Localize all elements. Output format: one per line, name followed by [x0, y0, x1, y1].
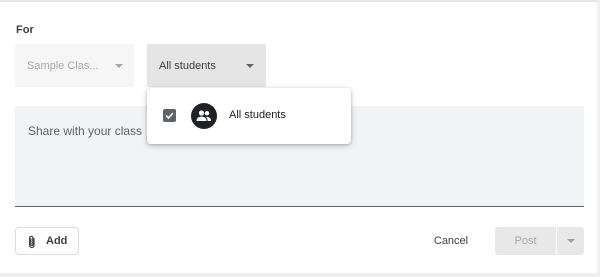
for-label: For	[16, 24, 34, 36]
bottom-divider	[0, 273, 600, 277]
students-dropdown[interactable]: All students	[147, 44, 266, 87]
menu-item-all-students[interactable]: All students	[147, 88, 351, 144]
check-icon	[165, 112, 174, 120]
cancel-button[interactable]: Cancel	[425, 230, 477, 252]
class-dropdown-value: Sample Clas...	[27, 59, 99, 72]
people-icon	[191, 103, 217, 129]
menu-item-label: All students	[229, 109, 286, 121]
add-button-label: Add	[46, 235, 68, 247]
paperclip-icon	[27, 235, 37, 254]
caret-down-icon	[567, 239, 575, 243]
add-attachment-button[interactable]: Add	[15, 227, 79, 255]
caret-down-icon	[246, 64, 254, 68]
top-divider	[0, 0, 600, 2]
post-button[interactable]: Post	[495, 227, 556, 255]
class-dropdown[interactable]: Sample Clas...	[15, 44, 134, 87]
caret-down-icon	[115, 64, 123, 68]
students-menu: All students	[147, 88, 351, 144]
checkbox[interactable]	[163, 109, 176, 122]
share-placeholder: Share with your class	[28, 124, 143, 138]
post-options-button[interactable]	[557, 227, 584, 255]
students-dropdown-value: All students	[159, 59, 216, 72]
